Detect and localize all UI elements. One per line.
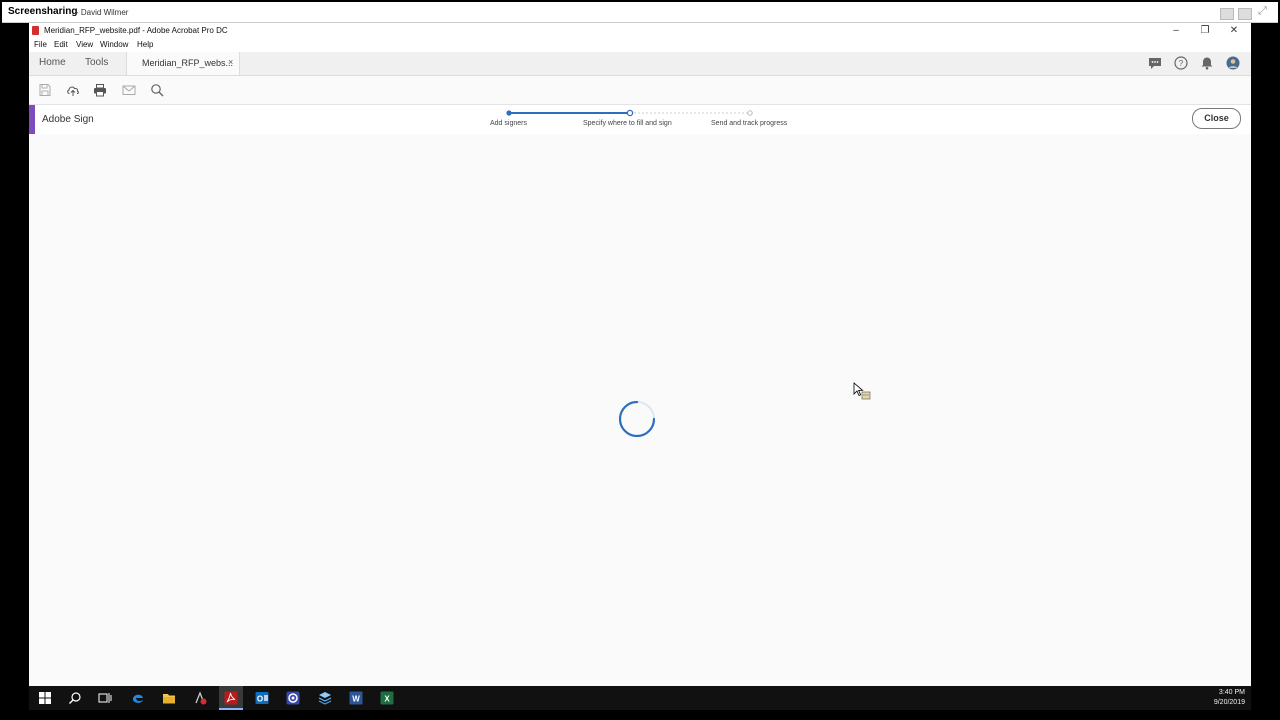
- svg-text:?: ?: [1179, 59, 1184, 68]
- document-area: [29, 134, 1251, 686]
- file-explorer-icon[interactable]: [162, 691, 176, 705]
- upload-icon[interactable]: [66, 83, 80, 97]
- tab-bar: Home Tools Meridian_RFP_webs... × ?: [29, 52, 1251, 76]
- chrome-icon[interactable]: [286, 691, 300, 705]
- clock-time: 3:40 PM: [1218, 689, 1245, 696]
- task-view-icon[interactable]: [98, 691, 112, 705]
- email-icon[interactable]: [122, 83, 136, 97]
- sign-accent-bar: [29, 105, 35, 134]
- search-icon[interactable]: [68, 691, 82, 705]
- excel-icon[interactable]: X: [380, 691, 394, 705]
- search-icon[interactable]: [150, 83, 164, 97]
- menu-edit[interactable]: Edit: [54, 40, 68, 49]
- bell-icon[interactable]: [1200, 56, 1214, 70]
- windows-taskbar: O W X 3:40 PM 9/20/2019: [29, 686, 1251, 710]
- screensharing-frame: Screensharing - David Wilmer ⤢ Meridian_…: [0, 0, 1280, 720]
- taskbar-active-app[interactable]: [219, 686, 243, 710]
- quick-toolbar: [29, 76, 1251, 105]
- menu-bar: File Edit View Window Help: [29, 39, 1251, 52]
- tab-close-icon[interactable]: ×: [228, 57, 233, 67]
- loading-spinner: [619, 401, 655, 437]
- menu-file[interactable]: File: [34, 40, 47, 49]
- busy-cursor-icon: [853, 382, 871, 400]
- step-dot-1: [506, 110, 512, 116]
- menu-window[interactable]: Window: [100, 40, 128, 49]
- settings-icon[interactable]: [193, 691, 207, 705]
- comment-icon[interactable]: [1148, 56, 1162, 70]
- help-icon[interactable]: ?: [1174, 56, 1188, 70]
- close-icon[interactable]: ✕: [1224, 24, 1244, 38]
- acrobat-icon: [224, 691, 238, 705]
- svg-text:O: O: [257, 695, 263, 704]
- step-send-track[interactable]: Send and track progress: [711, 120, 787, 127]
- screensharing-titlebar: Screensharing - David Wilmer ⤢: [2, 2, 1278, 23]
- start-icon[interactable]: [38, 691, 52, 705]
- word-icon[interactable]: W: [349, 691, 363, 705]
- tab-document[interactable]: Meridian_RFP_webs... ×: [126, 52, 240, 75]
- step-dot-3: [747, 110, 753, 116]
- svg-text:W: W: [352, 695, 360, 704]
- progress-stepper: [506, 109, 753, 117]
- tab-tools[interactable]: Tools: [85, 57, 108, 68]
- layers-icon[interactable]: [318, 691, 332, 705]
- restore-icon[interactable]: ❐: [1195, 24, 1215, 38]
- print-icon[interactable]: [93, 83, 107, 97]
- screensharing-title: Screensharing: [8, 6, 78, 17]
- avatar-icon[interactable]: [1226, 56, 1240, 70]
- fullscreen-icon[interactable]: ⤢: [1258, 5, 1267, 18]
- step-add-signers[interactable]: Add signers: [490, 120, 527, 127]
- close-button[interactable]: Close: [1192, 108, 1241, 129]
- pdf-file-icon: [32, 26, 39, 35]
- step-dot-2: [626, 109, 634, 117]
- window-title: Meridian_RFP_website.pdf - Adobe Acrobat…: [44, 26, 228, 35]
- taskbar-clock[interactable]: 3:40 PM 9/20/2019: [1214, 688, 1245, 708]
- acrobat-window: Meridian_RFP_website.pdf - Adobe Acrobat…: [29, 23, 1251, 686]
- tab-document-label: Meridian_RFP_webs...: [142, 58, 234, 68]
- save-icon[interactable]: [38, 83, 52, 97]
- minimize-icon[interactable]: –: [1166, 24, 1186, 38]
- menu-view[interactable]: View: [76, 40, 93, 49]
- edge-icon[interactable]: [131, 691, 145, 705]
- window-titlebar: Meridian_RFP_website.pdf - Adobe Acrobat…: [29, 23, 1251, 39]
- adobe-sign-title: Adobe Sign: [42, 114, 94, 125]
- svg-text:X: X: [384, 695, 390, 704]
- outlook-icon[interactable]: O: [255, 691, 269, 705]
- tab-home[interactable]: Home: [39, 57, 66, 68]
- clock-date: 9/20/2019: [1213, 699, 1245, 706]
- step-specify-fields[interactable]: Specify where to fill and sign: [583, 120, 672, 127]
- screensharing-subtitle: - David Wilmer: [76, 8, 129, 17]
- tile-view-icon[interactable]: [1220, 8, 1234, 20]
- menu-help[interactable]: Help: [137, 40, 153, 49]
- adobe-sign-header: Adobe Sign Add signers Specify where to …: [29, 105, 1251, 135]
- single-view-icon[interactable]: [1238, 8, 1252, 20]
- bottom-strip: [2, 710, 1278, 720]
